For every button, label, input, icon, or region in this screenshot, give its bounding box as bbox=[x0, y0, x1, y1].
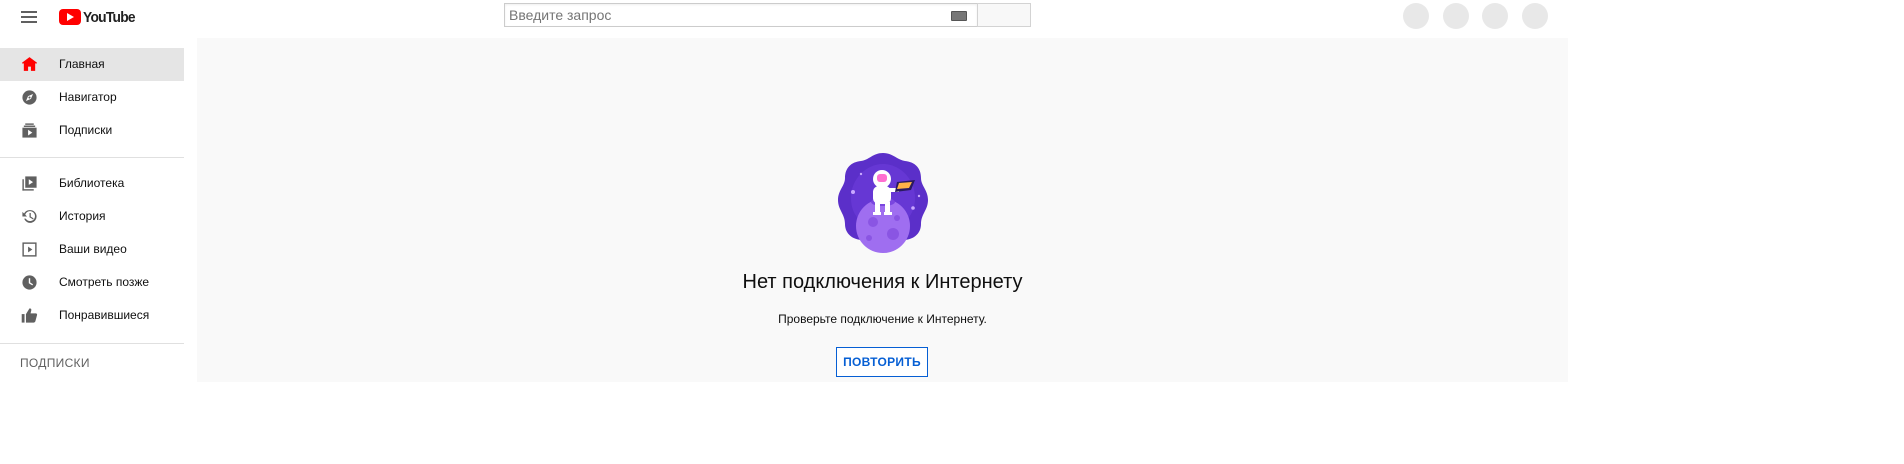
sidebar-item-label: Главная bbox=[59, 57, 105, 71]
sidebar-item-library[interactable]: Библиотека bbox=[0, 167, 184, 200]
apps-icon[interactable] bbox=[1403, 3, 1429, 29]
search-input[interactable] bbox=[509, 5, 929, 25]
logo-text: YouTube bbox=[83, 8, 136, 26]
play-logo-icon bbox=[59, 9, 81, 25]
your-videos-icon bbox=[22, 242, 37, 257]
divider bbox=[0, 343, 184, 344]
compass-icon bbox=[22, 90, 37, 105]
error-subtitle: Проверьте подключение к Интернету. bbox=[778, 312, 987, 326]
sidebar-item-subscriptions[interactable]: Подписки bbox=[0, 114, 184, 147]
avatar[interactable] bbox=[1522, 3, 1548, 29]
search-box bbox=[504, 3, 978, 27]
divider bbox=[0, 157, 184, 158]
notifications-icon[interactable] bbox=[1482, 3, 1508, 29]
sidebar-item-label: Навигатор bbox=[59, 90, 117, 104]
sidebar: Главная Навигатор Подписки Библиотека Ис… bbox=[0, 38, 197, 382]
retry-button[interactable]: ПОВТОРИТЬ bbox=[836, 347, 928, 377]
sidebar-item-label: Подписки bbox=[59, 123, 113, 137]
sidebar-item-explore[interactable]: Навигатор bbox=[0, 81, 184, 114]
error-title: Нет подключения к Интернету bbox=[742, 271, 1023, 293]
main-content: Нет подключения к Интернету Проверьте по… bbox=[197, 38, 1568, 382]
subscriptions-section-title: ПОДПИСКИ bbox=[20, 356, 90, 370]
sidebar-item-history[interactable]: История bbox=[0, 200, 184, 233]
youtube-logo[interactable]: YouTube bbox=[59, 7, 139, 27]
keyboard-icon[interactable] bbox=[951, 11, 967, 21]
menu-icon[interactable] bbox=[20, 9, 40, 27]
top-bar: YouTube bbox=[0, 0, 1568, 38]
watch-later-icon bbox=[22, 275, 37, 290]
astronaut-offline-illustration bbox=[838, 153, 928, 253]
home-icon bbox=[21, 57, 38, 71]
sidebar-item-label: Понравившиеся bbox=[59, 308, 150, 322]
thumbs-up-icon bbox=[21, 308, 38, 323]
sidebar-item-label: Смотреть позже bbox=[59, 275, 150, 289]
sidebar-item-label: Ваши видео bbox=[59, 242, 127, 256]
history-icon bbox=[22, 210, 37, 223]
sidebar-item-label: История bbox=[59, 209, 106, 223]
subscriptions-icon bbox=[22, 123, 37, 138]
sidebar-item-home[interactable]: Главная bbox=[0, 48, 184, 81]
sidebar-item-liked[interactable]: Понравившиеся bbox=[0, 299, 184, 332]
library-icon bbox=[22, 176, 37, 191]
sidebar-item-your-videos[interactable]: Ваши видео bbox=[0, 233, 184, 266]
sidebar-item-watch-later[interactable]: Смотреть позже bbox=[0, 266, 184, 299]
sidebar-item-label: Библиотека bbox=[59, 176, 125, 190]
messages-icon[interactable] bbox=[1443, 3, 1469, 29]
search-button[interactable] bbox=[977, 3, 1031, 27]
